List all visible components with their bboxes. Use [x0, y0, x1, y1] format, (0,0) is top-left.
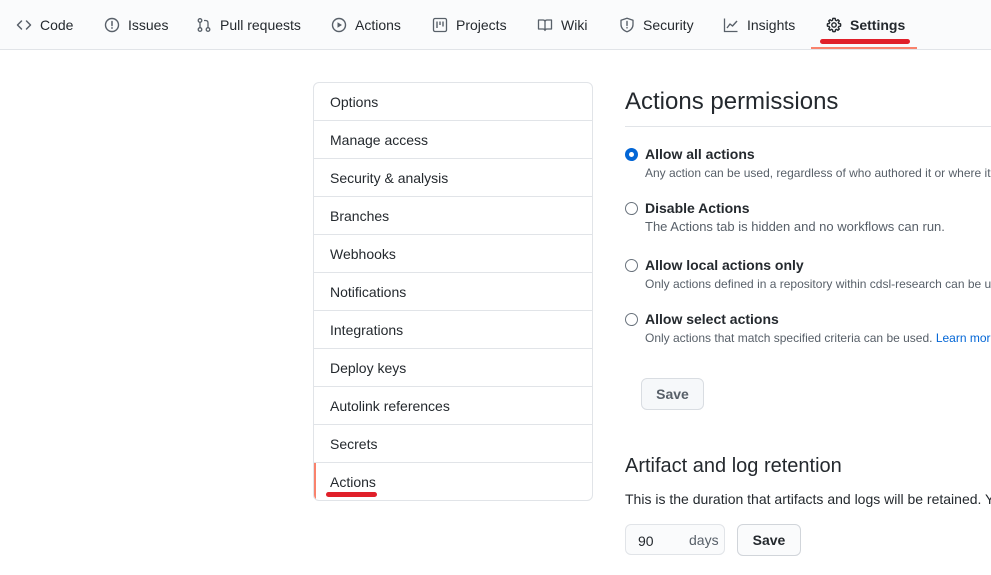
book-icon — [537, 18, 553, 31]
tab-security[interactable]: Security — [619, 0, 694, 49]
menu-item-notifications[interactable]: Notifications — [314, 273, 592, 311]
learn-more-link[interactable]: Learn more — [936, 331, 991, 345]
menu-item-options[interactable]: Options — [314, 83, 592, 121]
tab-projects-label: Projects — [456, 16, 507, 33]
option-label: Disable Actions — [645, 200, 750, 216]
menu-item-label: Webhooks — [330, 246, 396, 262]
menu-item-deploy-keys[interactable]: Deploy keys — [314, 349, 592, 387]
disable-actions-radio[interactable] — [625, 202, 638, 215]
retention-days-input[interactable] — [627, 526, 690, 555]
menu-item-label: Deploy keys — [330, 360, 407, 376]
tab-actions[interactable]: Actions — [331, 0, 401, 49]
menu-item-branches[interactable]: Branches — [314, 197, 592, 235]
allow-select-actions-radio[interactable] — [625, 313, 638, 326]
option-description: Only actions that match specified criter… — [645, 331, 933, 345]
menu-item-label: Notifications — [330, 284, 407, 300]
play-icon — [331, 17, 347, 32]
tab-issues[interactable]: Issues — [104, 0, 168, 49]
tab-insights[interactable]: Insights — [723, 0, 795, 49]
retention-save-button[interactable]: Save — [737, 524, 801, 556]
menu-item-secrets[interactable]: Secrets — [314, 425, 592, 463]
retention-title: Artifact and log retention — [625, 455, 842, 477]
tab-code-label: Code — [40, 16, 74, 33]
option-description: The Actions tab is hidden and no workflo… — [645, 219, 945, 234]
menu-item-label: Secrets — [330, 436, 378, 452]
option-description-wrap: Only actions that match specified criter… — [645, 331, 991, 345]
menu-item-label: Branches — [330, 208, 390, 224]
annotation-underline-settings — [820, 39, 910, 44]
project-icon — [432, 17, 448, 32]
menu-item-label: Security & analysis — [330, 170, 449, 186]
tab-pull-requests-label: Pull requests — [220, 16, 301, 33]
menu-item-label: Autolink references — [330, 398, 450, 414]
tab-wiki[interactable]: Wiki — [537, 0, 587, 49]
option-label: Allow select actions — [645, 311, 779, 327]
code-icon — [16, 19, 32, 30]
menu-item-manage-access[interactable]: Manage access — [314, 121, 592, 159]
menu-item-label: Options — [330, 94, 379, 110]
menu-item-autolink-references[interactable]: Autolink references — [314, 387, 592, 425]
retention-days-field: days — [625, 524, 725, 555]
option-label: Allow all actions — [645, 146, 755, 162]
tab-issues-label: Issues — [128, 16, 169, 33]
option-description: Any action can be used, regardless of wh… — [645, 166, 991, 180]
title-divider — [625, 126, 991, 127]
tab-settings-label: Settings — [850, 16, 906, 33]
issue-opened-icon — [104, 17, 120, 32]
option-label: Allow local actions only — [645, 257, 804, 273]
tab-pull-requests[interactable]: Pull requests — [196, 0, 301, 49]
shield-icon — [620, 17, 634, 32]
git-pull-request-icon — [197, 17, 211, 32]
menu-item-label: Integrations — [330, 322, 404, 338]
tab-wiki-label: Wiki — [561, 16, 588, 33]
tab-actions-label: Actions — [355, 16, 401, 33]
allow-local-actions-radio[interactable] — [625, 259, 638, 272]
annotation-underline-actions — [326, 492, 377, 497]
tab-projects[interactable]: Projects — [432, 0, 507, 49]
tab-code[interactable]: Code — [16, 0, 73, 49]
permissions-save-button[interactable]: Save — [641, 378, 704, 410]
retention-description: This is the duration that artifacts and … — [625, 491, 991, 507]
option-description: Only actions defined in a repository wit… — [645, 277, 991, 291]
menu-item-webhooks[interactable]: Webhooks — [314, 235, 592, 273]
tab-insights-label: Insights — [747, 16, 796, 33]
menu-item-integrations[interactable]: Integrations — [314, 311, 592, 349]
menu-item-security-analysis[interactable]: Security & analysis — [314, 159, 592, 197]
menu-item-label: Manage access — [330, 132, 429, 148]
selected-tab-indicator — [811, 47, 917, 49]
gear-icon — [826, 17, 842, 32]
settings-side-menu: Options Manage access Security & analysi… — [313, 82, 593, 501]
menu-item-label: Actions — [330, 474, 376, 490]
days-suffix: days — [689, 532, 719, 548]
graph-icon — [723, 18, 738, 32]
tab-security-label: Security — [643, 16, 694, 33]
allow-all-actions-radio[interactable] — [625, 148, 638, 161]
page-title: Actions permissions — [625, 88, 839, 115]
